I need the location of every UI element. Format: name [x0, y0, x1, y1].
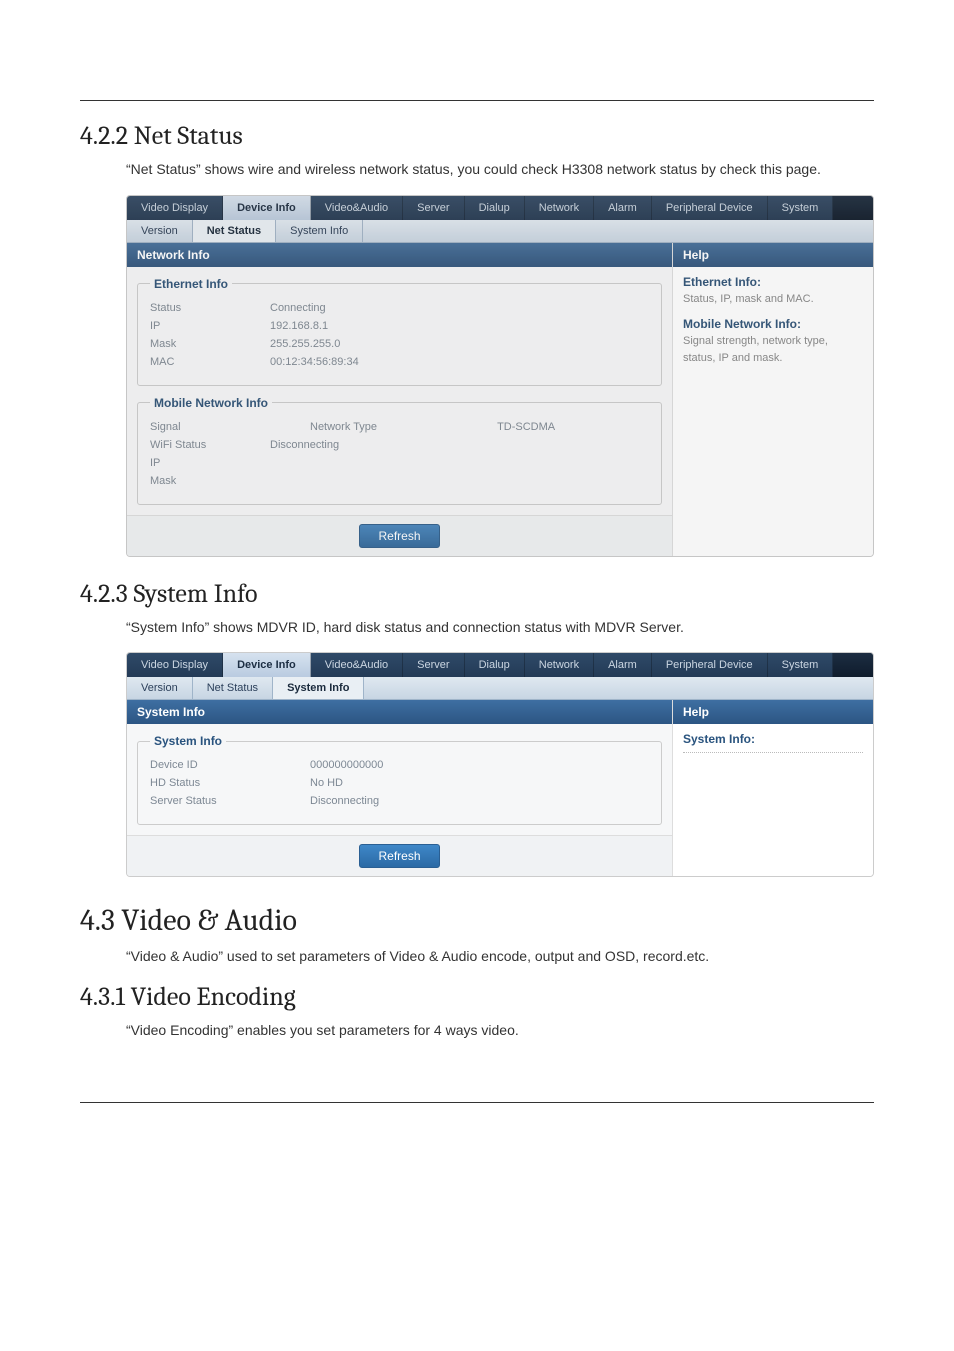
subtab-version[interactable]: Version	[127, 677, 193, 699]
refresh-button[interactable]: Refresh	[359, 844, 439, 868]
heading-4-2-3: 4.2.3 System Info	[80, 579, 874, 609]
tab-dialup[interactable]: Dialup	[465, 196, 525, 220]
sub-tab-bar-2: Version Net Status System Info	[127, 677, 873, 700]
main-tab-bar: Video Display Device Info Video&Audio Se…	[127, 196, 873, 220]
mob-signal-label: Signal	[150, 421, 270, 433]
tab-peripheral-device[interactable]: Peripheral Device	[652, 196, 768, 220]
eth-mac-label: MAC	[150, 356, 270, 368]
para-4-3: “Video & Audio” used to set parameters o…	[126, 946, 874, 968]
tab-system[interactable]: System	[768, 196, 834, 220]
help-mob-title: Mobile Network Info:	[683, 317, 863, 331]
help-eth-title: Ethernet Info:	[683, 275, 863, 289]
tab-network[interactable]: Network	[525, 196, 594, 220]
eth-status-value: Connecting	[270, 302, 326, 314]
heading-4-3-1: 4.3.1 Video Encoding	[80, 982, 874, 1012]
para-4-2-2: “Net Status” shows wire and wireless net…	[126, 159, 874, 181]
heading-4-3: 4.3 Video & Audio	[80, 903, 874, 938]
tab-peripheral-device[interactable]: Peripheral Device	[652, 653, 768, 677]
tab-dialup[interactable]: Dialup	[465, 653, 525, 677]
mob-wifi-value: Disconnecting	[270, 439, 339, 451]
device-id-value: 000000000000	[310, 759, 383, 771]
help-header: Help	[673, 243, 873, 267]
para-4-2-3: “System Info” shows MDVR ID, hard disk s…	[126, 617, 874, 639]
subtab-net-status[interactable]: Net Status	[193, 677, 273, 699]
eth-mask-label: Mask	[150, 338, 270, 350]
para-4-3-1: “Video Encoding” enables you set paramet…	[126, 1020, 874, 1042]
tab-server[interactable]: Server	[403, 653, 464, 677]
subtab-system-info[interactable]: System Info	[273, 677, 364, 699]
panel-title-system-info: System Info	[127, 700, 672, 724]
help-eth-text: Status, IP, mask and MAC.	[683, 291, 863, 308]
eth-mac-value: 00:12:34:56:89:34	[270, 356, 359, 368]
tab-video-audio[interactable]: Video&Audio	[311, 653, 403, 677]
button-row: Refresh	[127, 515, 672, 556]
tab-alarm[interactable]: Alarm	[594, 196, 652, 220]
ethernet-info-group: Ethernet Info StatusConnecting IP192.168…	[137, 277, 662, 386]
ethernet-legend: Ethernet Info	[150, 277, 232, 291]
server-status-value: Disconnecting	[310, 795, 379, 807]
help-header-2: Help	[673, 700, 873, 724]
tab-system[interactable]: System	[768, 653, 834, 677]
device-id-label: Device ID	[150, 759, 310, 771]
heading-4-2-2: 4.2.2 Net Status	[80, 121, 874, 151]
mob-nettype-label: Network Type	[310, 421, 377, 433]
tab-video-display[interactable]: Video Display	[127, 196, 223, 220]
mob-mask-label: Mask	[150, 475, 270, 487]
hd-status-label: HD Status	[150, 777, 310, 789]
tab-network[interactable]: Network	[525, 653, 594, 677]
tab-device-info[interactable]: Device Info	[223, 653, 311, 677]
mob-nettype-value: TD-SCDMA	[497, 421, 555, 433]
bottom-rule	[80, 1102, 874, 1103]
tab-alarm[interactable]: Alarm	[594, 653, 652, 677]
server-status-label: Server Status	[150, 795, 310, 807]
subtab-net-status[interactable]: Net Status	[193, 220, 276, 242]
top-rule	[80, 100, 874, 101]
tab-server[interactable]: Server	[403, 196, 464, 220]
mobile-legend: Mobile Network Info	[150, 396, 272, 410]
tab-device-info[interactable]: Device Info	[223, 196, 311, 220]
mob-wifi-label: WiFi Status	[150, 439, 270, 451]
refresh-button[interactable]: Refresh	[359, 524, 439, 548]
document-page: 4.2.2 Net Status “Net Status” shows wire…	[0, 0, 954, 1351]
tab-video-display[interactable]: Video Display	[127, 653, 223, 677]
sub-tab-bar: Version Net Status System Info	[127, 220, 873, 243]
eth-ip-value: 192.168.8.1	[270, 320, 328, 332]
eth-mask-value: 255.255.255.0	[270, 338, 340, 350]
subtab-system-info[interactable]: System Info	[276, 220, 363, 242]
mobile-info-group: Mobile Network Info Signal Network Type …	[137, 396, 662, 505]
help-sys-title: System Info:	[683, 732, 863, 746]
tab-filler	[833, 653, 873, 677]
panel-title-network-info: Network Info	[127, 243, 672, 267]
system-info-legend: System Info	[150, 734, 226, 748]
hd-status-value: No HD	[310, 777, 343, 789]
button-row-2: Refresh	[127, 835, 672, 876]
eth-status-label: Status	[150, 302, 270, 314]
screenshot-system-info: Video Display Device Info Video&Audio Se…	[126, 652, 874, 877]
tab-video-audio[interactable]: Video&Audio	[311, 196, 403, 220]
subtab-version[interactable]: Version	[127, 220, 193, 242]
eth-ip-label: IP	[150, 320, 270, 332]
mob-ip-label: IP	[150, 457, 270, 469]
screenshot-net-status: Video Display Device Info Video&Audio Se…	[126, 195, 874, 557]
help-mob-text: Signal strength, network type, status, I…	[683, 333, 863, 366]
main-tab-bar-2: Video Display Device Info Video&Audio Se…	[127, 653, 873, 677]
system-info-group: System Info Device ID000000000000 HD Sta…	[137, 734, 662, 825]
tab-filler	[833, 196, 873, 220]
help-divider	[683, 752, 863, 753]
